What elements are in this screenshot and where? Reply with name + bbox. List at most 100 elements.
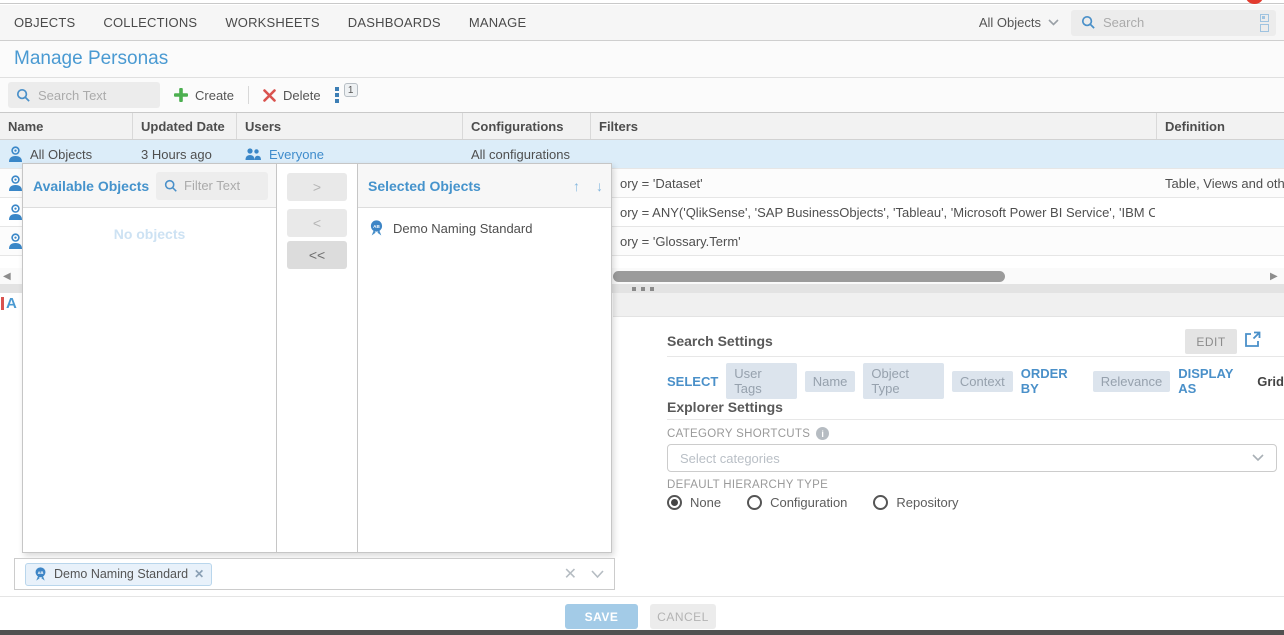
row-definition: Table, Views and othe xyxy=(1165,169,1284,197)
explorer-settings-title: Explorer Settings xyxy=(667,399,783,415)
divider xyxy=(667,356,1284,357)
selected-object-tag[interactable]: AB Demo Naming Standard ✕ xyxy=(25,563,212,586)
nav-item-manage[interactable]: MANAGE xyxy=(469,15,527,30)
table-search-input[interactable] xyxy=(38,88,152,103)
radio-label: Repository xyxy=(896,495,958,510)
users-group-icon xyxy=(245,148,262,161)
delete-button[interactable]: Delete xyxy=(263,88,321,103)
table-header: Name Updated Date Users Configurations F… xyxy=(0,112,1284,140)
objects-multiselect-field[interactable]: AB Demo Naming Standard ✕ ✕ xyxy=(14,558,615,590)
select-chip: User Tags xyxy=(726,363,796,399)
app-window: OBJECTS COLLECTIONS WORKSHEETS DASHBOARD… xyxy=(0,0,1284,635)
scope-selector-label: All Objects xyxy=(979,15,1041,30)
title-bar: Manage Personas xyxy=(0,41,1284,78)
row-filters: ory = ANY('QlikSense', 'SAP BusinessObje… xyxy=(620,198,1155,226)
global-search-input[interactable] xyxy=(1103,15,1253,30)
splitter-handle-icon xyxy=(632,287,654,291)
nav-item-worksheets[interactable]: WORKSHEETS xyxy=(225,15,319,30)
table-search[interactable] xyxy=(8,82,160,108)
select-chip: Object Type xyxy=(863,363,944,399)
available-objects-panel: Available Objects No objects xyxy=(22,163,277,553)
scope-selector[interactable]: All Objects xyxy=(979,15,1059,30)
advanced-search-icon[interactable] xyxy=(1260,14,1270,32)
row-users: Everyone xyxy=(269,147,324,162)
move-down-icon[interactable]: ↓ xyxy=(596,178,603,194)
naming-standard-icon: AB xyxy=(368,220,385,237)
save-button[interactable]: SAVE xyxy=(565,604,638,629)
hierarchy-type-label-text: DEFAULT HIERARCHY TYPE xyxy=(667,479,828,491)
radio-repository[interactable]: Repository xyxy=(873,495,958,510)
chevron-down-icon xyxy=(1048,19,1059,26)
column-header-definition[interactable]: Definition xyxy=(1157,113,1284,139)
order-by-label: ORDER BY xyxy=(1021,366,1085,396)
hierarchy-type-radios: None Configuration Repository xyxy=(667,495,959,510)
available-objects-title: Available Objects xyxy=(33,178,149,194)
detail-panel-heading: A xyxy=(6,295,17,312)
delete-button-label: Delete xyxy=(283,88,321,103)
move-right-button[interactable]: > xyxy=(287,173,347,201)
scroll-right-icon[interactable]: ▶ xyxy=(1270,271,1278,282)
radio-label: None xyxy=(690,495,721,510)
selected-objects-title: Selected Objects xyxy=(368,178,481,194)
toolbar-divider xyxy=(248,86,249,104)
radio-none[interactable]: None xyxy=(667,495,721,510)
move-up-icon[interactable]: ↑ xyxy=(573,178,580,194)
search-icon xyxy=(1081,15,1096,30)
select-chip: Context xyxy=(952,371,1013,392)
cancel-button[interactable]: CANCEL xyxy=(650,604,716,629)
global-search[interactable] xyxy=(1071,10,1276,36)
nav-item-dashboards[interactable]: DASHBOARDS xyxy=(348,15,441,30)
info-icon[interactable]: i xyxy=(816,427,829,440)
persona-icon xyxy=(8,204,23,220)
column-header-updated-date[interactable]: Updated Date xyxy=(133,113,237,139)
top-strip xyxy=(0,0,1284,4)
column-header-name[interactable]: Name xyxy=(0,113,133,139)
chevron-down-icon[interactable] xyxy=(591,570,604,579)
tag-label: Demo Naming Standard xyxy=(54,567,188,581)
more-actions-button[interactable]: 1 xyxy=(335,85,361,105)
nav-item-objects[interactable]: OBJECTS xyxy=(14,15,75,30)
radio-icon xyxy=(873,495,888,510)
selected-object-label: Demo Naming Standard xyxy=(393,221,532,236)
persona-icon xyxy=(8,146,23,162)
row-filters: ory = 'Dataset' xyxy=(620,169,1155,197)
search-settings-summary: SELECT User Tags Name Object Type Contex… xyxy=(667,363,1284,399)
row-filters: ory = 'Glossary.Term' xyxy=(620,227,1155,255)
chevron-down-icon xyxy=(1252,454,1264,462)
open-external-icon[interactable] xyxy=(1243,330,1262,354)
detail-heading-icon xyxy=(1,297,4,310)
kebab-icon xyxy=(335,87,339,103)
row-name: All Objects xyxy=(30,147,92,162)
move-left-button[interactable]: < xyxy=(287,209,347,237)
column-header-filters[interactable]: Filters xyxy=(591,113,1157,139)
svg-text:AB: AB xyxy=(373,224,380,229)
select-label: SELECT xyxy=(667,374,718,389)
column-header-users[interactable]: Users xyxy=(237,113,463,139)
no-objects-text: No objects xyxy=(23,226,276,242)
radio-configuration[interactable]: Configuration xyxy=(747,495,847,510)
available-filter-input[interactable] xyxy=(184,178,246,193)
clear-field-icon[interactable]: ✕ xyxy=(564,564,577,584)
nav-item-collections[interactable]: COLLECTIONS xyxy=(103,15,197,30)
order-by-chip: Relevance xyxy=(1093,371,1170,392)
selected-object-item[interactable]: AB Demo Naming Standard xyxy=(358,208,611,249)
page-title: Manage Personas xyxy=(0,48,168,70)
category-shortcuts-select[interactable]: Select categories xyxy=(667,444,1277,472)
select-chip: Name xyxy=(805,371,856,392)
move-all-left-button[interactable]: << xyxy=(287,241,347,269)
radio-icon xyxy=(747,495,762,510)
edit-search-settings-button[interactable]: EDIT xyxy=(1185,329,1237,354)
create-button[interactable]: Create xyxy=(174,88,234,103)
window-bottom-edge xyxy=(0,630,1284,635)
column-header-configurations[interactable]: Configurations xyxy=(463,113,591,139)
scroll-left-icon[interactable]: ◀ xyxy=(3,271,11,282)
more-actions-badge: 1 xyxy=(344,83,358,97)
scrollbar-thumb[interactable] xyxy=(613,271,1005,282)
main-nav: OBJECTS COLLECTIONS WORKSHEETS DASHBOARD… xyxy=(0,5,1284,41)
radio-label: Configuration xyxy=(770,495,847,510)
create-button-label: Create xyxy=(195,88,234,103)
available-filter[interactable] xyxy=(156,172,268,200)
category-shortcuts-placeholder: Select categories xyxy=(680,451,780,466)
remove-tag-icon[interactable]: ✕ xyxy=(194,567,204,581)
hierarchy-type-label: DEFAULT HIERARCHY TYPE xyxy=(667,479,828,491)
